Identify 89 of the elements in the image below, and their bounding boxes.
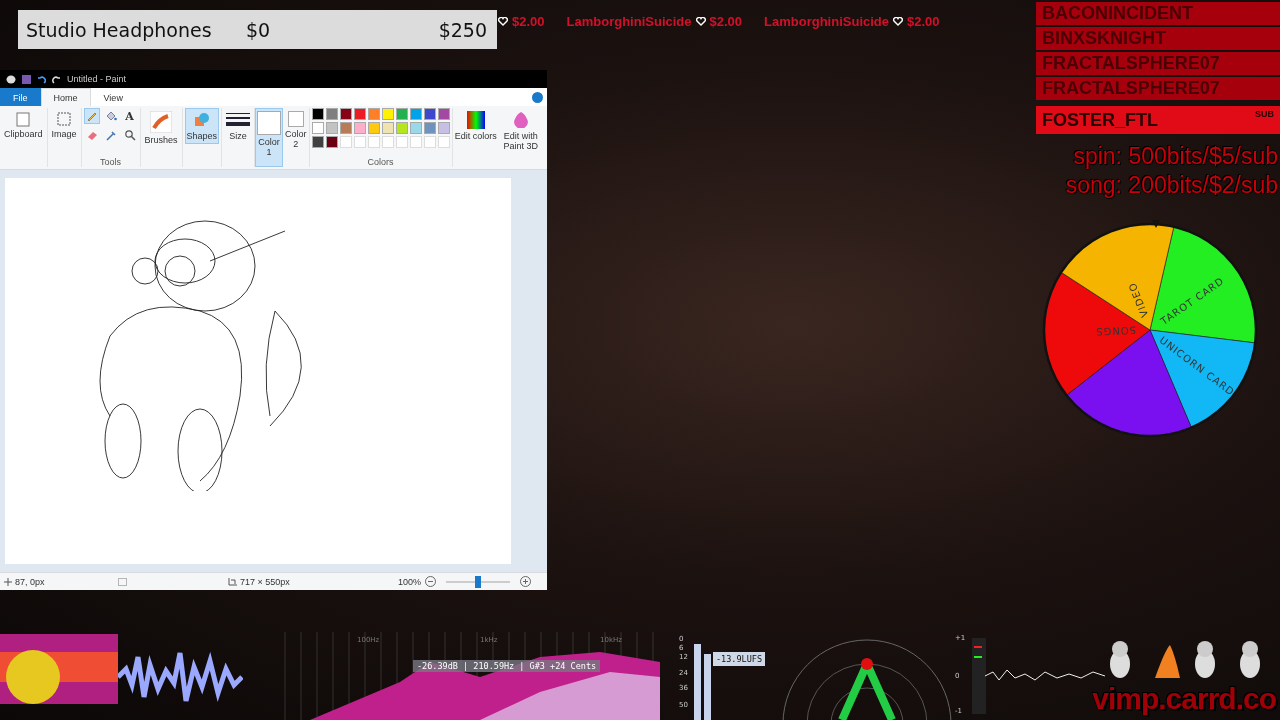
event-name: FRACTALSPHERE07 (1042, 53, 1220, 74)
color-spectrum-icon (466, 111, 485, 129)
pointer-icon (1152, 220, 1160, 228)
file-menu-button[interactable]: File (0, 88, 41, 106)
donation-amount: $2.00 (512, 14, 545, 29)
redo-icon[interactable] (52, 74, 61, 84)
donor-name: LamborghiniSuicide (764, 14, 890, 29)
line-size-icon (226, 111, 251, 129)
event-name: BACONINCIDENT (1042, 3, 1193, 24)
color-swatch (257, 111, 282, 135)
selection-icon (56, 111, 73, 127)
color-swatch[interactable] (325, 122, 338, 134)
pitch-readout: -26.39dB | 210.59Hz | G#3 +24 Cents (413, 660, 601, 672)
event-name: FOSTER_FTL (1042, 109, 1158, 131)
color-slot-button[interactable]: Color 1 (255, 108, 284, 167)
color-slot-button[interactable]: Color 2 (283, 108, 309, 167)
color-swatch[interactable] (367, 122, 380, 134)
website-text: vimp.carrd.co (1092, 682, 1276, 716)
color-swatch[interactable] (437, 122, 450, 134)
color-swatch[interactable] (353, 108, 366, 120)
goal-start-amount: $0 (246, 18, 272, 41)
color-swatch[interactable] (325, 136, 338, 148)
heart-icon (893, 17, 904, 26)
paint-bucket-icon (104, 110, 117, 122)
shapes-icon (192, 111, 211, 129)
heart-icon (695, 17, 706, 26)
paint3d-button[interactable]: Edit with Paint 3D (498, 108, 543, 167)
price-line: spin: 500bits/$5/sub (1073, 142, 1278, 171)
color-swatch[interactable] (395, 122, 408, 134)
shapes-button[interactable]: Shapes (184, 108, 220, 144)
color-swatch[interactable] (437, 108, 450, 120)
color-swatch[interactable] (311, 108, 324, 120)
edit-colors-button[interactable]: Edit colors (452, 108, 499, 167)
color-swatch[interactable] (339, 108, 352, 120)
color-swatch[interactable] (423, 122, 436, 134)
price-line: song: 200bits/$2/sub (1065, 171, 1278, 200)
group-label: Colors (367, 157, 394, 167)
cursor-position: 87, 0px (15, 576, 45, 587)
help-icon[interactable] (532, 91, 543, 103)
canvas-size-icon (228, 577, 237, 586)
color-swatch[interactable] (381, 122, 394, 134)
palette-icon (6, 74, 16, 84)
color-swatch[interactable] (325, 108, 338, 120)
zoom-out-button[interactable] (425, 576, 436, 587)
selection-size-icon (118, 577, 127, 586)
color-swatch[interactable] (311, 136, 324, 148)
color-swatch[interactable] (311, 122, 324, 134)
color-swatch[interactable] (395, 108, 408, 120)
color-swatch[interactable] (381, 108, 394, 120)
color-swatch[interactable] (423, 108, 436, 120)
undo-icon[interactable] (37, 74, 46, 84)
pencil-tool-button[interactable] (83, 108, 100, 124)
zoom-in-button[interactable] (520, 576, 531, 587)
color-swatch[interactable] (367, 108, 380, 120)
lufs-readout: -13.9LUFS (713, 652, 766, 666)
color-swatch (287, 111, 304, 127)
clipboard-icon (16, 111, 31, 127)
color-swatch[interactable] (339, 122, 352, 134)
brush-icon (150, 111, 173, 133)
donation-amount: $2.00 (907, 14, 940, 29)
color-swatch[interactable] (409, 108, 422, 120)
event-type: SUB (1255, 109, 1274, 119)
canvas-size: 717 × 550px (240, 576, 290, 587)
color-picker-icon (104, 129, 117, 141)
paint-drop-icon (512, 111, 529, 129)
ribbon-tab[interactable]: Home (40, 88, 91, 106)
goal-title: Studio Headphones (26, 18, 213, 41)
heart-icon (498, 17, 508, 26)
event-name: FRACTALSPHERE07 (1042, 78, 1220, 99)
donor-name: LamborghiniSuicide (566, 14, 692, 29)
group-label: Tools (100, 157, 122, 167)
color-swatch[interactable] (409, 122, 422, 134)
donation-amount: $2.00 (709, 14, 743, 29)
zoom-slider-thumb[interactable] (475, 575, 481, 588)
zoom-level: 100% (397, 576, 421, 587)
clipboard-button[interactable]: Clipboard (2, 108, 45, 142)
event-name: BINXSKNIGHT (1042, 28, 1166, 49)
pencil-icon (85, 110, 98, 122)
cursor-position-icon (4, 577, 12, 586)
goal-target-amount: $250 (438, 18, 487, 41)
size-button[interactable]: Size (224, 108, 253, 144)
window-title: Untitled - Paint (67, 74, 127, 84)
color-swatch[interactable] (353, 122, 366, 134)
text-tool-button[interactable]: A (121, 108, 138, 124)
save-icon[interactable] (22, 74, 31, 84)
wheel-label: SONGS (1095, 324, 1137, 338)
brushes-button[interactable]: Brushes (142, 108, 180, 148)
image-button[interactable]: Image (49, 108, 79, 142)
magnifier-icon (123, 129, 136, 141)
